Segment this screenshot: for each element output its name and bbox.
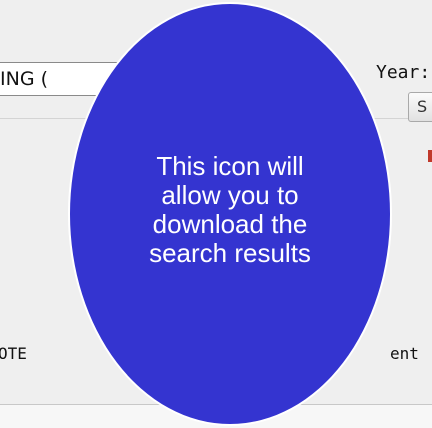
callout-text: This icon will allow you to download the… [149,151,311,268]
content-label: ent [390,344,419,363]
note-label: OTE [0,344,27,363]
year-label: Year: [376,62,431,83]
year-select[interactable]: S [408,92,432,122]
tutorial-callout: This icon will allow you to download the… [68,2,392,426]
accent-marker [428,150,432,162]
